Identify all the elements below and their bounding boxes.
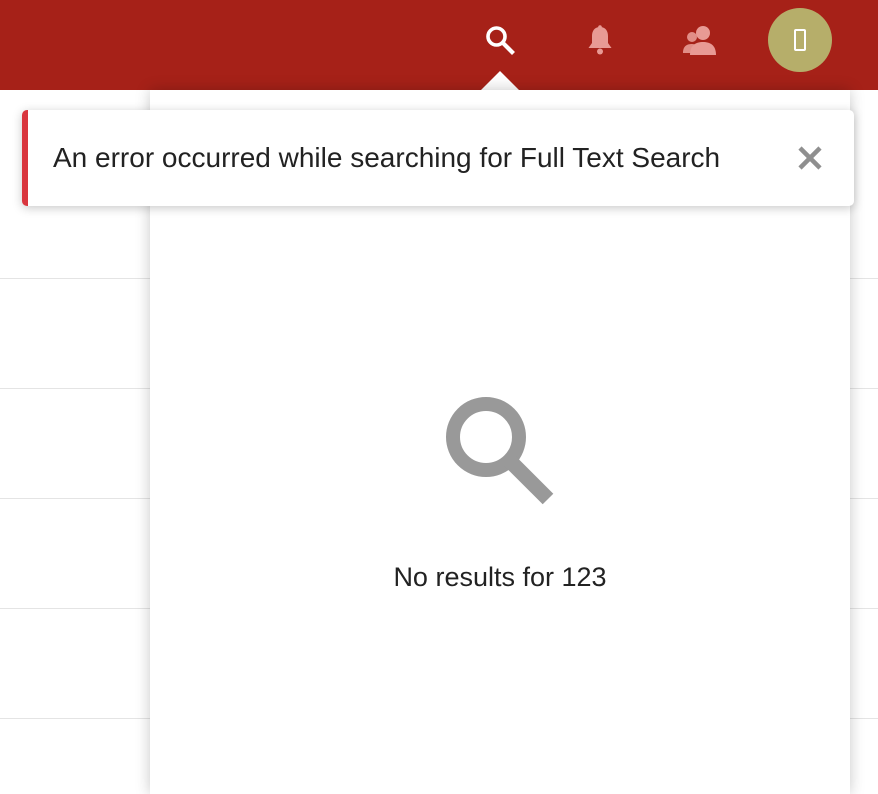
empty-state-message: No results for 123 <box>393 562 607 592</box>
users-icon <box>683 26 716 55</box>
empty-state-icon-wrapper <box>442 393 558 509</box>
close-icon <box>798 146 822 170</box>
toast-message: An error occurred while searching for Fu… <box>53 142 721 173</box>
header-users-button[interactable] <box>670 0 730 80</box>
dropdown-caret <box>481 71 519 90</box>
user-avatar-button[interactable] <box>768 8 832 72</box>
error-toast: An error occurred while searching for Fu… <box>22 110 854 206</box>
app-root: No results for 123 An error occurred whi… <box>0 0 878 794</box>
search-icon <box>486 26 515 55</box>
header-notifications-button[interactable] <box>570 0 630 80</box>
bell-icon <box>588 25 612 55</box>
search-icon <box>446 397 554 505</box>
toast-close-button[interactable] <box>796 144 824 172</box>
avatar-glyph-icon <box>794 29 806 51</box>
top-header <box>0 0 878 90</box>
header-search-button[interactable] <box>470 0 530 80</box>
